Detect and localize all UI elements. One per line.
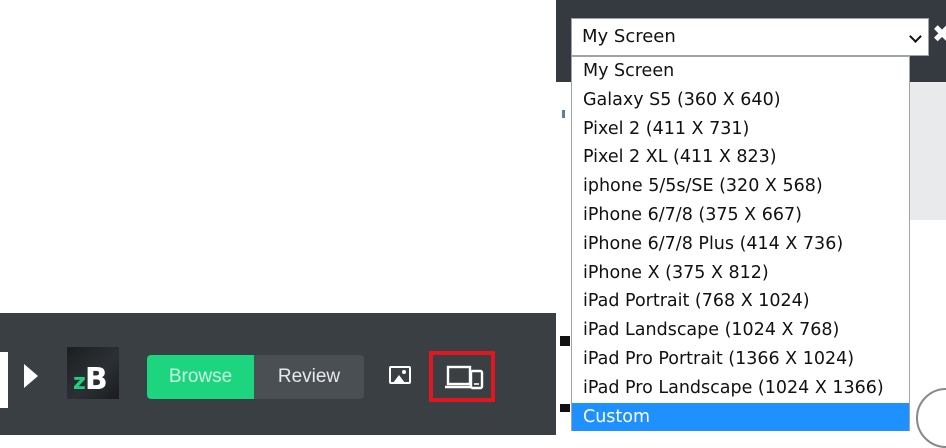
device-option[interactable]: Pixel 2 XL (411 X 823) <box>572 143 909 172</box>
device-option[interactable]: iPad Landscape (1024 X 768) <box>572 316 909 345</box>
mode-toggle: Browse Review <box>147 355 364 399</box>
device-option[interactable]: iPhone 6/7/8 Plus (414 X 736) <box>572 230 909 259</box>
device-option[interactable]: iPad Pro Portrait (1366 X 1024) <box>572 345 909 374</box>
browse-button[interactable]: Browse <box>147 355 254 399</box>
device-select[interactable]: My Screen <box>571 18 929 56</box>
responsive-device-button[interactable] <box>429 351 495 402</box>
device-option[interactable]: iphone 5/5s/SE (320 X 568) <box>572 172 909 201</box>
logo-letter-z: z <box>73 370 86 395</box>
toolbar-edge <box>0 352 8 408</box>
device-select-value: My Screen <box>582 26 676 47</box>
strip-mark <box>560 404 570 412</box>
device-option-custom[interactable]: Custom <box>572 402 909 432</box>
strip-mark <box>562 110 565 118</box>
play-icon[interactable] <box>24 364 38 388</box>
device-option[interactable]: iPad Pro Landscape (1024 X 1366) <box>572 374 909 403</box>
panel-left-strip <box>556 82 571 435</box>
logo: zB <box>67 347 119 399</box>
device-option[interactable]: Pixel 2 (411 X 731) <box>572 115 909 144</box>
device-option[interactable]: iPhone 6/7/8 (375 X 667) <box>572 201 909 230</box>
image-icon[interactable] <box>389 366 411 384</box>
chevron-down-icon <box>909 30 922 43</box>
review-button[interactable]: Review <box>254 355 364 399</box>
device-option[interactable]: iPhone X (375 X 812) <box>572 259 909 288</box>
responsive-device-icon <box>445 365 484 390</box>
device-options-list: My Screen Galaxy S5 (360 X 640) Pixel 2 … <box>571 56 910 432</box>
device-option[interactable]: iPad Portrait (768 X 1024) <box>572 287 909 316</box>
strip-mark <box>560 336 570 346</box>
device-option[interactable]: Galaxy S5 (360 X 640) <box>572 86 909 115</box>
logo-letter-b: B <box>84 362 108 397</box>
close-icon[interactable]: ✖ <box>932 20 946 48</box>
device-option[interactable]: My Screen <box>572 57 909 86</box>
